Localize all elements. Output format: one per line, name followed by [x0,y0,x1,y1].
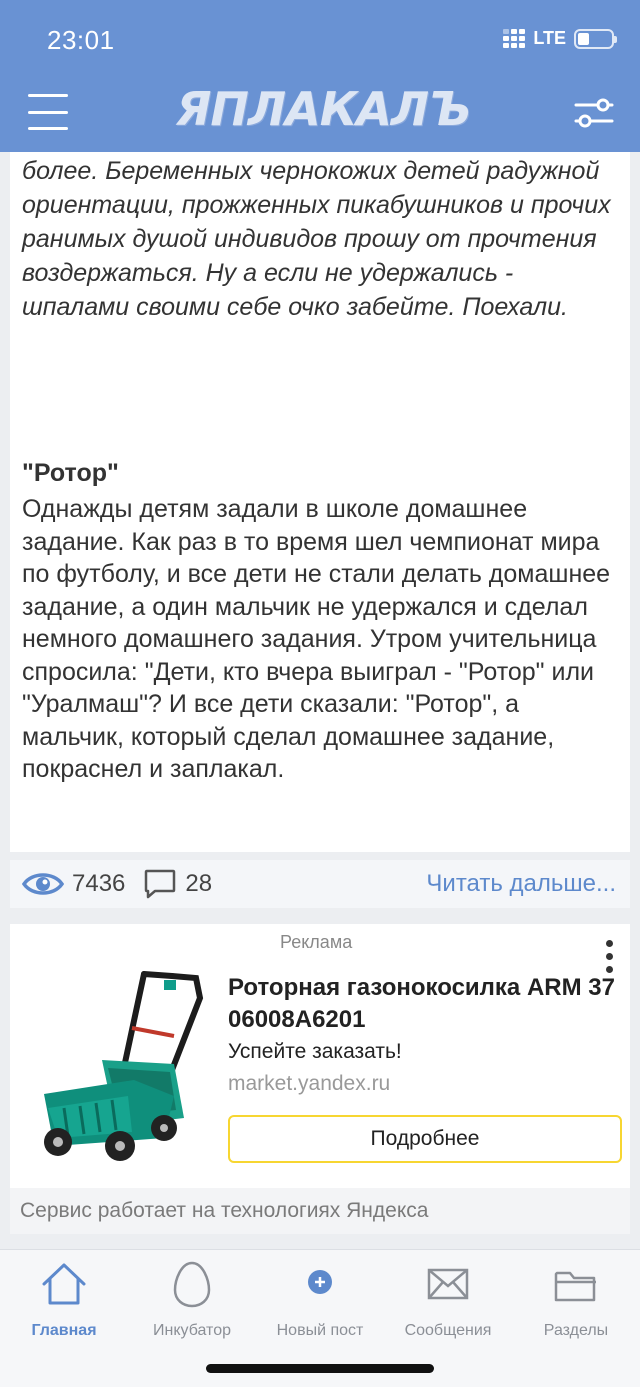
comments-stat[interactable]: 28 [143,868,212,900]
ad-block[interactable]: Реклама Роторная газонокосилка ARM 37 06… [10,924,630,1234]
network-type: LTE [533,28,566,48]
tab-incubator[interactable]: Инкубатор [128,1260,256,1340]
views-stat: 7436 [22,870,125,898]
ad-footer-text: Сервис работает на технологиях Яндекса [20,1199,429,1222]
bottom-tab-bar: Главная Инкубатор Новый пост Сообщения Р… [0,1249,640,1387]
app-header: 23:01 LTE ЯПЛАКАЛЪ [0,0,640,152]
ad-subtitle: Успейте заказать! [228,1040,402,1063]
ad-details-button[interactable]: Подробнее [228,1115,622,1163]
ad-label: Реклама [280,932,353,952]
folder-icon [554,1271,596,1302]
ad-footer: Сервис работает на технологиях Яндекса [10,1188,630,1234]
sliders-icon[interactable] [574,96,614,130]
comments-count: 28 [185,870,213,897]
signal-icon [503,29,526,48]
tab-messages-label: Сообщения [404,1322,492,1339]
battery-icon [574,28,617,49]
post-intro: более. Беременных чернокожих детей радуж… [22,157,611,321]
story-title: "Ротор" [22,459,119,487]
tab-messages[interactable]: Сообщения [384,1260,512,1340]
read-more-link[interactable]: Читать дальше... [426,870,616,898]
story-body: Однажды детям задали в школе домашнее за… [22,495,611,783]
lawnmower-image [44,971,204,1161]
plus-circle-icon [308,1270,332,1294]
tab-home[interactable]: Главная [0,1260,128,1340]
tab-home-label: Главная [31,1322,97,1339]
comment-icon [145,869,176,899]
tab-incubator-label: Инкубатор [153,1322,231,1339]
tab-sections[interactable]: Разделы [512,1260,640,1340]
tab-sections-label: Разделы [543,1322,609,1339]
tab-new-post-label: Новый пост [276,1322,364,1339]
hamburger-icon[interactable] [28,94,68,130]
tab-new-post[interactable]: Новый пост [256,1260,384,1340]
home-icon [42,1263,86,1305]
egg-icon [173,1261,211,1308]
ad-title[interactable]: Роторная газонокосилка ARM 37 06008A6201 [228,972,628,1036]
post-stats-bar: 7436 28 Читать дальше... [10,860,630,908]
envelope-icon [427,1268,469,1300]
more-options-icon[interactable] [606,940,614,973]
eye-icon [22,873,64,895]
status-time: 23:01 [47,25,115,55]
post-card: более. Беременных чернокожих детей радуж… [10,152,630,852]
status-indicators: LTE [503,28,617,49]
site-logo[interactable]: ЯПЛАКАЛЪ [176,82,471,136]
ad-domain: market.yandex.ru [228,1072,391,1095]
home-indicator[interactable] [206,1364,434,1373]
views-count: 7436 [72,870,126,897]
